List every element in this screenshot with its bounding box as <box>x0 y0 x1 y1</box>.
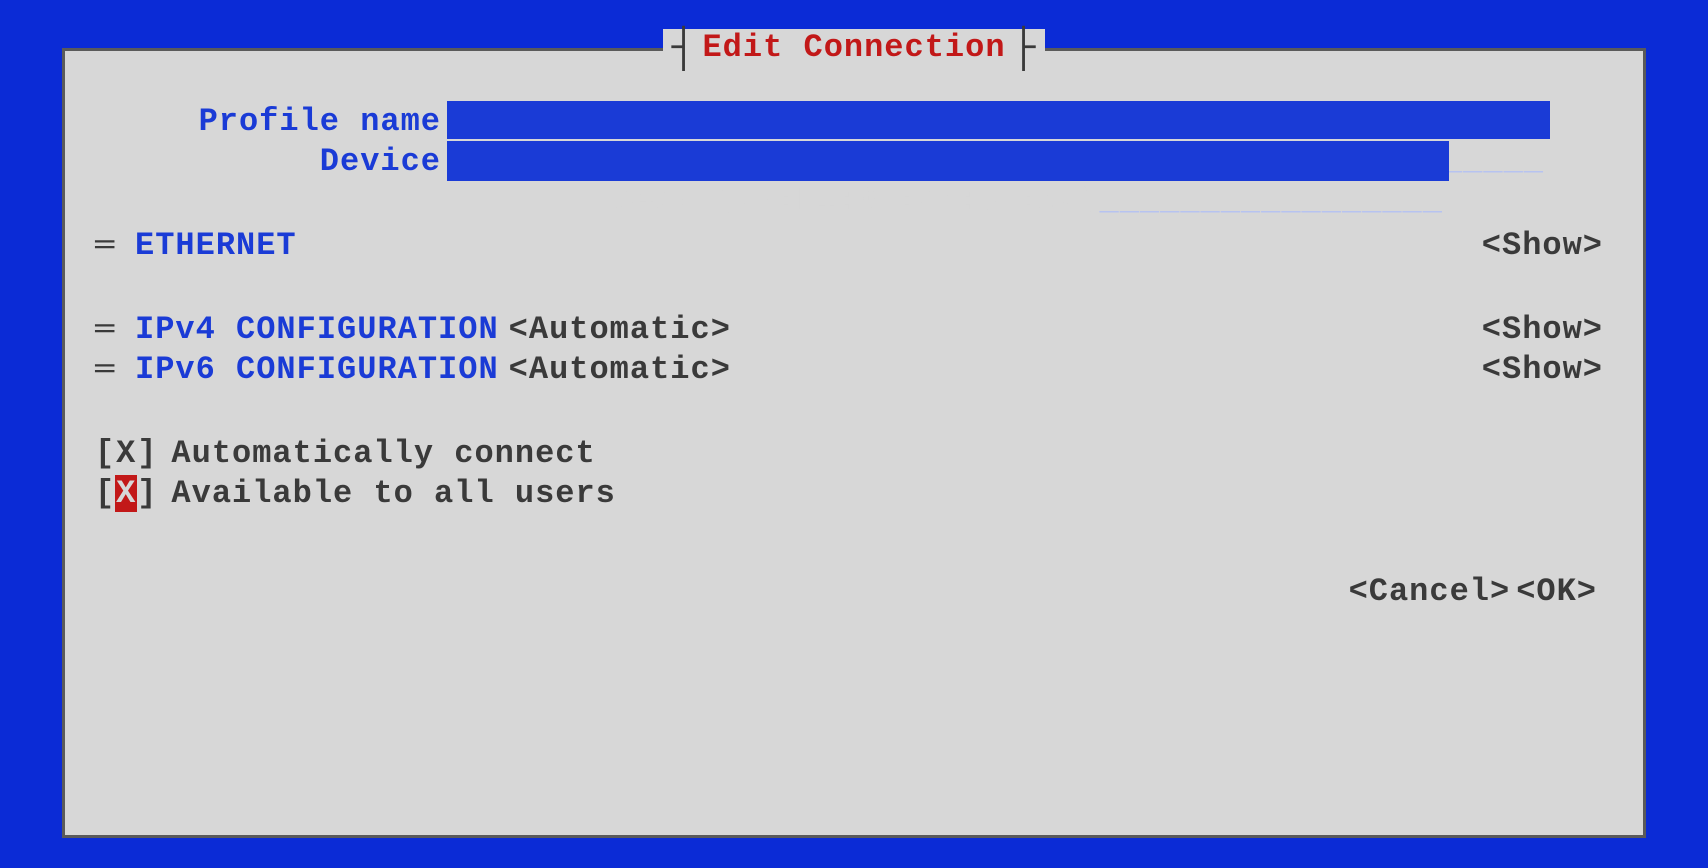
spacer <box>85 389 1623 433</box>
all-users-label: Available to all users <box>171 475 615 512</box>
dialog-content: Profile name p4p2_______________________… <box>65 81 1643 835</box>
bracket-open-icon: [ <box>95 435 115 472</box>
auto-connect-box: [X] <box>95 435 157 472</box>
title-divider-right: ├ <box>1012 38 1037 62</box>
device-label: Device <box>85 143 447 180</box>
auto-connect-checkbox[interactable]: [X] Automatically connect <box>85 433 1623 473</box>
ipv4-name: IPv4 CONFIGURATION <box>135 311 499 348</box>
device-input[interactable]: p4p2 (28:F1:0E:27:9B:A2)________________… <box>447 141 1449 181</box>
device-row: Device p4p2 (28:F1:0E:27:9B:A2)_________… <box>85 141 1623 181</box>
bracket-open-icon: [ <box>95 475 115 512</box>
ethernet-prefix: ═ <box>95 227 135 264</box>
dialog-title: ┤ Edit Connection ├ <box>663 29 1044 66</box>
ipv4-mode-select[interactable]: <Automatic> <box>509 311 731 348</box>
ok-button[interactable]: <OK> <box>1516 573 1597 610</box>
profile-name-row: Profile name p4p2_______________________… <box>85 101 1623 141</box>
all-users-mark: X <box>115 475 137 512</box>
ethernet-show-button[interactable]: <Show> <box>1482 227 1603 264</box>
dialog-button-row: <Cancel> <OK> <box>85 573 1623 610</box>
auto-connect-mark: X <box>115 435 137 472</box>
ipv4-prefix: ═ <box>95 311 135 348</box>
ipv4-show-button[interactable]: <Show> <box>1482 311 1603 348</box>
ipv6-prefix: ═ <box>95 351 135 388</box>
dialog-title-wrap: ┤ Edit Connection ├ <box>65 29 1643 66</box>
profile-name-label: Profile name <box>85 103 447 140</box>
device-padding: _________________ <box>1100 182 1443 219</box>
device-value: p4p2 (28:F1:0E:27:9B:A2) <box>615 182 1100 219</box>
ethernet-name: ETHERNET <box>135 227 297 264</box>
bracket-close-icon: ] <box>137 475 157 512</box>
ethernet-section: ═ ETHERNET <Show> <box>85 225 1623 265</box>
ipv6-mode-select[interactable]: <Automatic> <box>509 351 731 388</box>
bracket-close-icon: ] <box>137 435 157 472</box>
all-users-box: [X] <box>95 475 157 512</box>
title-divider-left: ┤ <box>671 38 696 62</box>
auto-connect-label: Automatically connect <box>171 435 595 472</box>
ipv6-section: ═ IPv6 CONFIGURATION <Automatic> <Show> <box>85 349 1623 389</box>
ipv4-section: ═ IPv4 CONFIGURATION <Automatic> <Show> <box>85 309 1623 349</box>
all-users-checkbox[interactable]: [X] Available to all users <box>85 473 1623 513</box>
ipv6-name: IPv6 CONFIGURATION <box>135 351 499 388</box>
spacer <box>85 265 1623 309</box>
ipv6-show-button[interactable]: <Show> <box>1482 351 1603 388</box>
dialog-frame: ┤ Edit Connection ├ Profile name p4p2___… <box>62 48 1646 838</box>
profile-name-input[interactable]: p4p2____________________________________… <box>447 101 1550 141</box>
cancel-button[interactable]: <Cancel> <box>1349 573 1511 610</box>
dialog-title-text: Edit Connection <box>702 29 1005 66</box>
